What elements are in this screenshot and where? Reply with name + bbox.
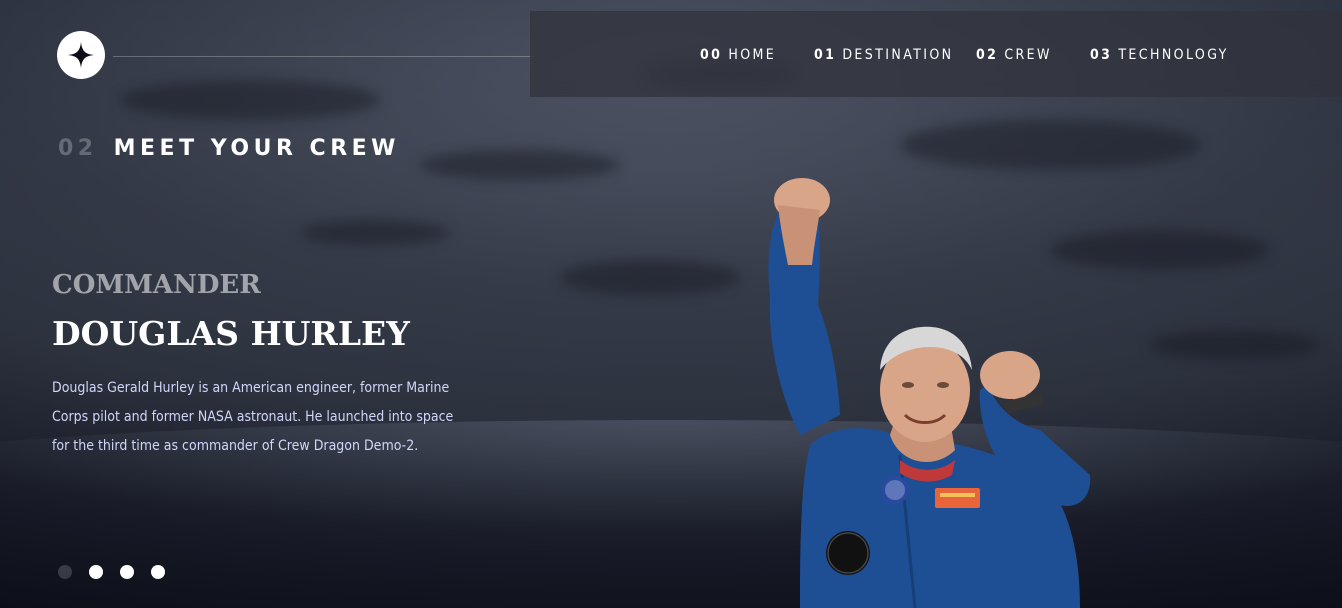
nav-item-number: 02: [976, 47, 999, 63]
nav-item-home[interactable]: 00 HOME: [700, 47, 776, 63]
page-title-number: 02: [58, 136, 98, 161]
nav-item-number: 00: [700, 47, 723, 63]
nav-item-technology[interactable]: 03 TECHNOLOGY: [1090, 47, 1229, 63]
nav-item-label: CREW: [1004, 47, 1052, 63]
astronaut-photo: [768, 178, 1091, 608]
nav-item-number: 01: [814, 47, 837, 63]
crew-carousel-dots: [58, 565, 165, 579]
page-title-text: MEET YOUR CREW: [113, 136, 400, 161]
header-divider: [113, 56, 535, 57]
page-title: 02 MEET YOUR CREW: [58, 136, 400, 161]
nav-item-label: TECHNOLOGY: [1118, 47, 1229, 63]
crew-role: Commander: [52, 270, 261, 300]
main-nav: 00 HOME 01 DESTINATION 02 CREW 03 TECHNOLOGY: [530, 11, 1342, 97]
logo[interactable]: [57, 31, 105, 79]
nav-item-label: HOME: [728, 47, 777, 63]
carousel-dot-1[interactable]: [58, 565, 72, 579]
star-icon: [68, 42, 94, 68]
nav-item-label: DESTINATION: [842, 47, 954, 63]
nav-item-destination[interactable]: 01 DESTINATION: [814, 47, 953, 63]
crew-bio: Douglas Gerald Hurley is an American eng…: [52, 380, 454, 454]
carousel-dot-4[interactable]: [151, 565, 165, 579]
crew-name: Douglas Hurley: [52, 314, 410, 353]
carousel-dot-2[interactable]: [89, 565, 103, 579]
nav-item-number: 03: [1090, 47, 1113, 63]
nav-item-crew[interactable]: 02 CREW: [976, 47, 1052, 63]
carousel-dot-3[interactable]: [120, 565, 134, 579]
